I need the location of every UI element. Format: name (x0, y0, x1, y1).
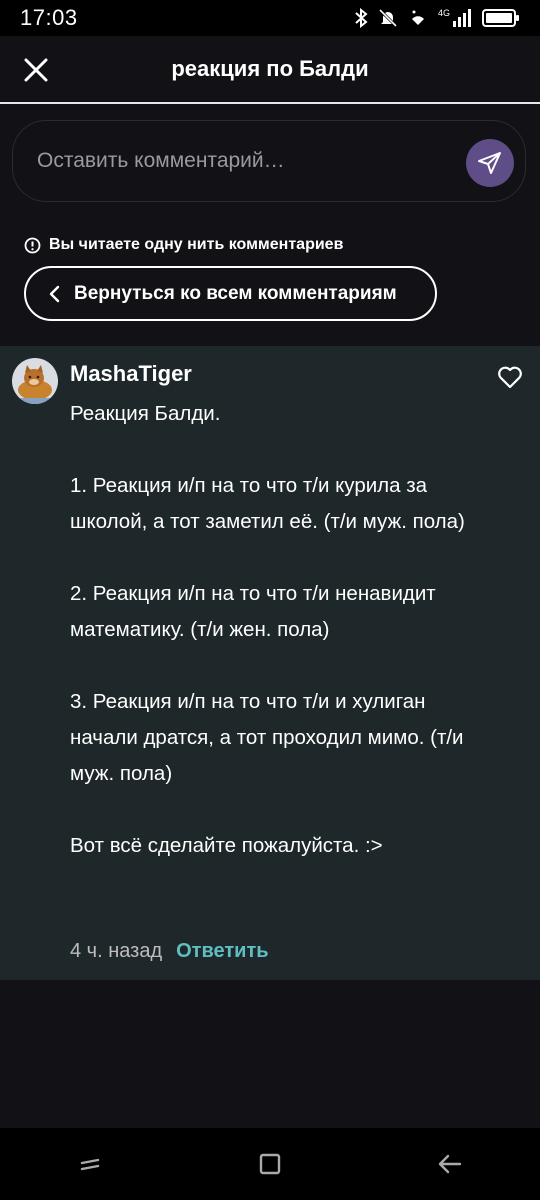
thread-notice-text: Вы читаете одну нить комментариев (49, 236, 344, 253)
status-time: 17:03 (20, 5, 78, 30)
close-button[interactable] (20, 54, 52, 86)
send-icon (478, 152, 501, 174)
home-button[interactable] (250, 1144, 290, 1184)
comment-timestamp: 4 ч. назад (70, 940, 163, 962)
network-type: 4G (437, 8, 450, 18)
close-icon (24, 58, 48, 82)
thread-notice: Вы читаете одну нить комментариев (24, 236, 343, 254)
app-header: реакция по Балди (0, 36, 540, 104)
comment-author[interactable]: MashaTiger (70, 361, 192, 387)
comment-text: Реакция Балди. 1. Реакция и/п на то что … (70, 402, 465, 857)
comment-input[interactable] (35, 148, 459, 174)
chevron-left-icon (49, 285, 60, 302)
signal-icon (453, 9, 471, 27)
wifi-icon (411, 10, 424, 25)
recent-apps-icon (80, 1158, 100, 1171)
page-title: реакция по Балди (171, 56, 369, 81)
avatar[interactable] (12, 358, 58, 404)
bluetooth-icon (355, 8, 368, 28)
back-arrow-icon (438, 1154, 462, 1174)
info-icon (24, 237, 41, 253)
status-icons: 4G (354, 8, 520, 28)
battery-icon (482, 9, 519, 27)
status-bar: 17:03 4G (0, 0, 540, 36)
like-button[interactable] (497, 365, 523, 389)
home-icon (259, 1153, 281, 1175)
reply-button[interactable]: Ответить (176, 940, 268, 963)
heart-icon (498, 366, 522, 389)
comment-input-box[interactable] (12, 120, 526, 202)
mute-icon (378, 8, 398, 28)
back-button[interactable] (430, 1144, 470, 1184)
send-button[interactable] (466, 139, 514, 187)
recent-apps-button[interactable] (70, 1144, 110, 1184)
back-button-label: Вернуться ко всем комментариям (74, 282, 397, 304)
system-nav-bar (0, 1128, 540, 1200)
back-to-all-comments-button[interactable]: Вернуться ко всем комментариям (24, 266, 437, 321)
comment-meta: 4 ч. назад Ответить (70, 940, 269, 963)
